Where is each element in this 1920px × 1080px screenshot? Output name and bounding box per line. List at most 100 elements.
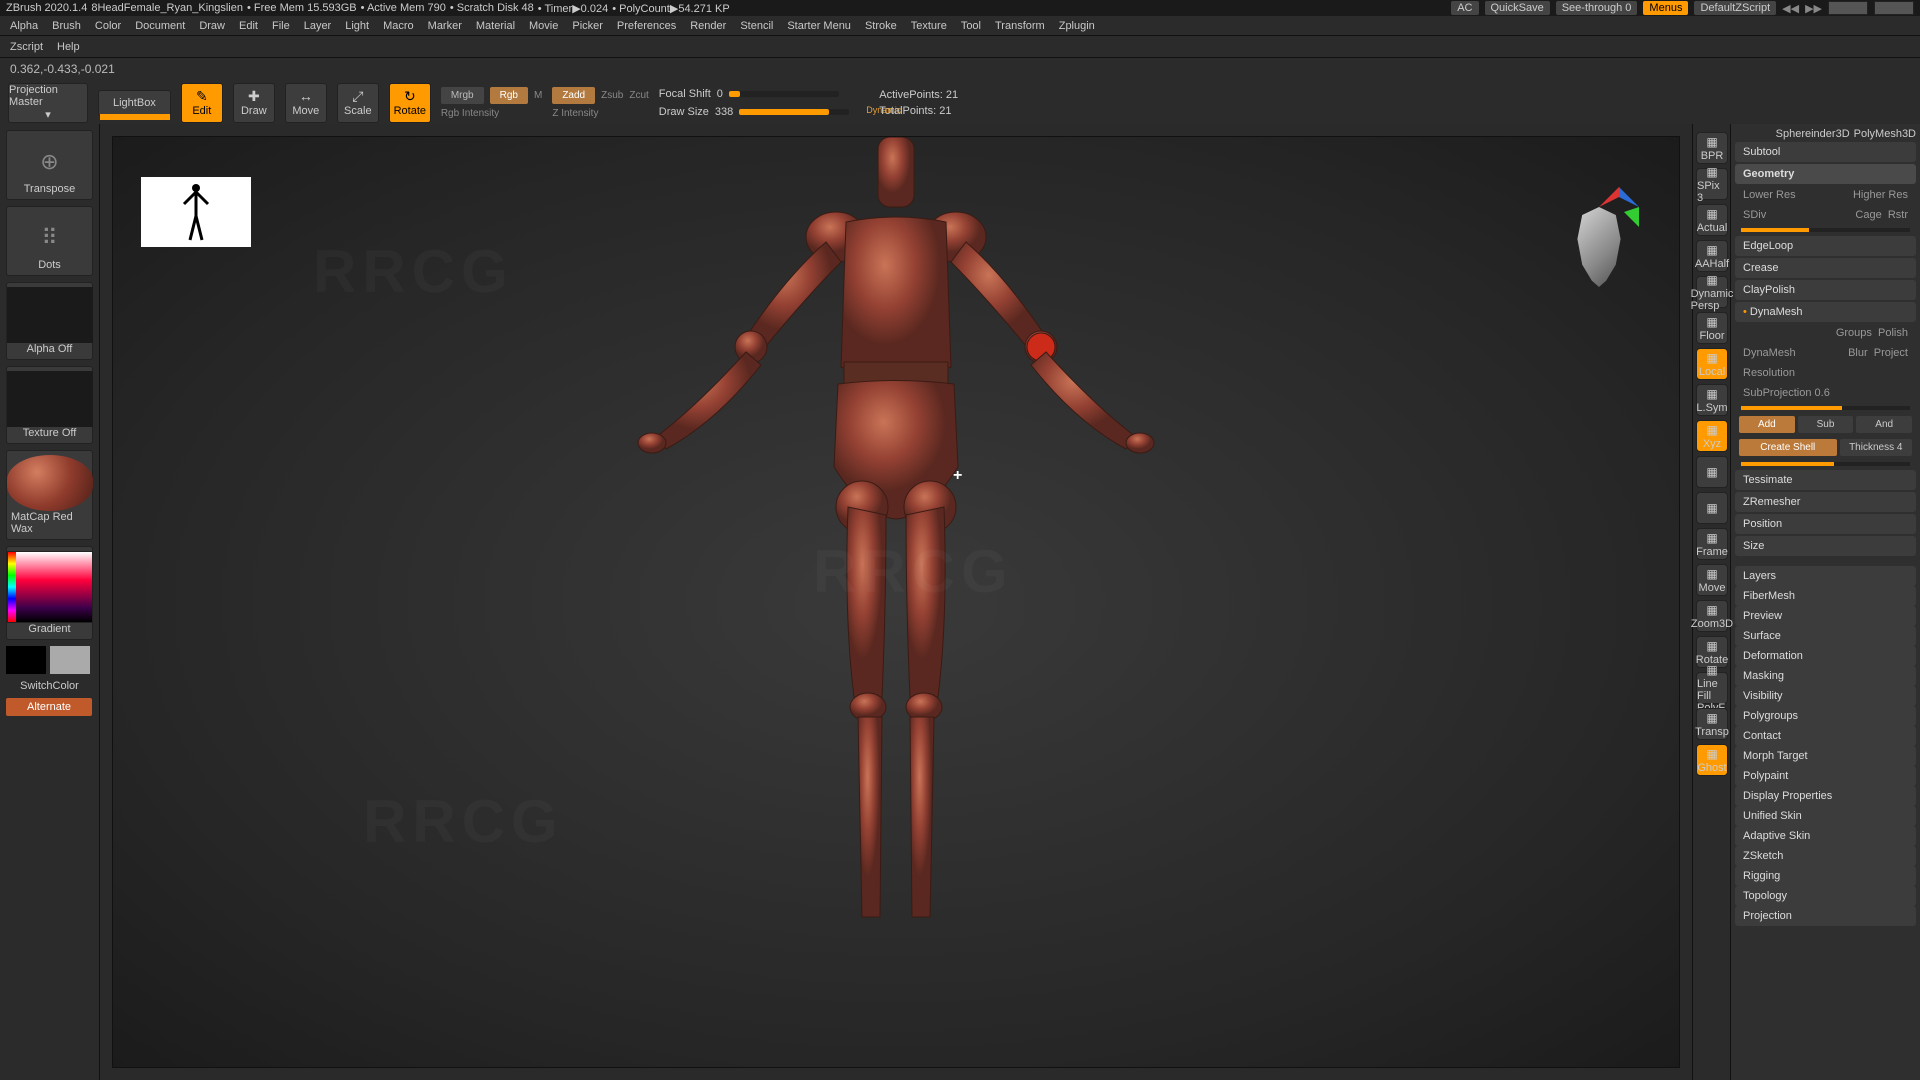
texture-slot[interactable]: Texture Off: [6, 366, 93, 444]
menu-material[interactable]: Material: [476, 20, 515, 32]
rshelf-ghost-button[interactable]: ▦Ghost: [1696, 744, 1728, 776]
menu-alpha[interactable]: Alpha: [10, 20, 38, 32]
edit-mode-button[interactable]: ✎Edit: [181, 83, 223, 123]
section-topology[interactable]: Topology: [1735, 886, 1916, 906]
move-mode-button[interactable]: ↔Move: [285, 83, 327, 123]
draw-mode-button[interactable]: ✚Draw: [233, 83, 275, 123]
ac-button[interactable]: AC: [1451, 1, 1478, 15]
rshelf-actual-button[interactable]: ▦Actual: [1696, 204, 1728, 236]
menu-marker[interactable]: Marker: [428, 20, 462, 32]
transpose-gizmo[interactable]: ⊕ Transpose: [6, 130, 93, 200]
section-preview[interactable]: Preview: [1735, 606, 1916, 626]
section-deformation[interactable]: Deformation: [1735, 646, 1916, 666]
m-toggle[interactable]: M: [534, 90, 542, 101]
section-masking[interactable]: Masking: [1735, 666, 1916, 686]
menu-edit[interactable]: Edit: [239, 20, 258, 32]
sub-button[interactable]: Sub: [1798, 416, 1854, 433]
rshelf-move-button[interactable]: ▦Move: [1696, 564, 1728, 596]
section-morph-target[interactable]: Morph Target: [1735, 746, 1916, 766]
zadd-toggle[interactable]: Zadd: [552, 87, 595, 104]
rshelf-zoom3d-button[interactable]: ▦Zoom3D: [1696, 600, 1728, 632]
tessimate-section[interactable]: Tessimate: [1735, 470, 1916, 490]
section-surface[interactable]: Surface: [1735, 626, 1916, 646]
rshelf-polyf-button[interactable]: ▦Line Fill PolyF: [1696, 672, 1728, 704]
cage-toggle[interactable]: Cage: [1855, 209, 1881, 221]
default-zscript[interactable]: DefaultZScript: [1694, 1, 1776, 15]
menu-help[interactable]: Help: [57, 41, 80, 53]
dynamesh-button[interactable]: DynaMesh: [1743, 347, 1796, 359]
tool-thumb-1[interactable]: [1828, 1, 1868, 15]
menu-draw[interactable]: Draw: [199, 20, 225, 32]
geometry-section[interactable]: Geometry: [1735, 164, 1916, 184]
menu-layer[interactable]: Layer: [304, 20, 332, 32]
alpha-slot[interactable]: Alpha Off: [6, 282, 93, 360]
sdiv-slider[interactable]: SDiv: [1743, 209, 1766, 221]
draw-size-slider[interactable]: Dynamic: [739, 109, 849, 115]
position-section[interactable]: Position: [1735, 514, 1916, 534]
section-polypaint[interactable]: Polypaint: [1735, 766, 1916, 786]
zcut-toggle[interactable]: Zcut: [629, 90, 648, 101]
section-display-properties[interactable]: Display Properties: [1735, 786, 1916, 806]
rshelf-bpr-button[interactable]: ▦BPR: [1696, 132, 1728, 164]
quicksave-button[interactable]: QuickSave: [1485, 1, 1550, 15]
section-layers[interactable]: Layers: [1735, 566, 1916, 586]
section-contact[interactable]: Contact: [1735, 726, 1916, 746]
tool-thumb-label-2[interactable]: PolyMesh3D: [1854, 128, 1916, 140]
nav-next-icon[interactable]: ▶▶: [1805, 2, 1822, 15]
nav-prev-icon[interactable]: ◀◀: [1782, 2, 1799, 15]
rshelf-rot1-button[interactable]: ▦: [1696, 456, 1728, 488]
rshelf-persp-button[interactable]: ▦Dynamic Persp: [1696, 276, 1728, 308]
section-zsketch[interactable]: ZSketch: [1735, 846, 1916, 866]
subprojection-slider[interactable]: SubProjection 0.6: [1743, 387, 1830, 399]
menu-brush[interactable]: Brush: [52, 20, 81, 32]
subtool-section[interactable]: Subtool: [1735, 142, 1916, 162]
projection-master-button[interactable]: Projection Master ▾: [8, 83, 88, 123]
section-fibermesh[interactable]: FiberMesh: [1735, 586, 1916, 606]
color-picker-square[interactable]: [7, 551, 93, 623]
higher-res-button[interactable]: Higher Res: [1853, 189, 1908, 201]
resolution-slider[interactable]: Resolution: [1743, 367, 1795, 379]
polish-toggle[interactable]: Polish: [1878, 327, 1908, 339]
menu-color[interactable]: Color: [95, 20, 121, 32]
add-button[interactable]: Add: [1739, 416, 1795, 433]
rshelf-local-button[interactable]: ▦Local: [1696, 348, 1728, 380]
rshelf-floor-button[interactable]: ▦Floor: [1696, 312, 1728, 344]
menu-file[interactable]: File: [272, 20, 290, 32]
menu-movie[interactable]: Movie: [529, 20, 558, 32]
alternate-button[interactable]: Alternate: [6, 698, 92, 716]
menu-zscript[interactable]: Zscript: [10, 41, 43, 53]
menu-texture[interactable]: Texture: [911, 20, 947, 32]
dynamesh-section[interactable]: DynaMesh: [1735, 302, 1916, 322]
menu-picker[interactable]: Picker: [572, 20, 603, 32]
lightbox-button[interactable]: LightBox: [98, 90, 171, 116]
zremesher-section[interactable]: ZRemesher: [1735, 492, 1916, 512]
menu-macro[interactable]: Macro: [383, 20, 414, 32]
menu-stroke[interactable]: Stroke: [865, 20, 897, 32]
menu-light[interactable]: Light: [345, 20, 369, 32]
scale-mode-button[interactable]: ⤢Scale: [337, 83, 379, 123]
material-slot[interactable]: MatCap Red Wax: [6, 450, 93, 540]
stroke-dots[interactable]: ⠿ Dots: [6, 206, 93, 276]
rstr-toggle[interactable]: Rstr: [1888, 209, 1908, 221]
rshelf-xyz-button[interactable]: ▦Xyz: [1696, 420, 1728, 452]
main-color-swatch[interactable]: [6, 646, 46, 674]
section-rigging[interactable]: Rigging: [1735, 866, 1916, 886]
menu-document[interactable]: Document: [135, 20, 185, 32]
groups-toggle[interactable]: Groups: [1836, 327, 1872, 339]
zsub-toggle[interactable]: Zsub: [601, 90, 623, 101]
crease-section[interactable]: Crease: [1735, 258, 1916, 278]
section-adaptive-skin[interactable]: Adaptive Skin: [1735, 826, 1916, 846]
menu-tool[interactable]: Tool: [961, 20, 981, 32]
create-shell-button[interactable]: Create Shell: [1739, 439, 1837, 456]
secondary-color-swatch[interactable]: [50, 646, 90, 674]
reference-thumbnail[interactable]: [141, 177, 251, 247]
edgeloop-section[interactable]: EdgeLoop: [1735, 236, 1916, 256]
size-section[interactable]: Size: [1735, 536, 1916, 556]
and-button[interactable]: And: [1856, 416, 1912, 433]
menu-starter-menu[interactable]: Starter Menu: [787, 20, 851, 32]
rshelf-spix-button[interactable]: ▦SPix 3: [1696, 168, 1728, 200]
menu-zplugin[interactable]: Zplugin: [1059, 20, 1095, 32]
lower-res-button[interactable]: Lower Res: [1743, 189, 1796, 201]
rshelf-frame-button[interactable]: ▦Frame: [1696, 528, 1728, 560]
focal-shift-slider[interactable]: [729, 91, 839, 97]
